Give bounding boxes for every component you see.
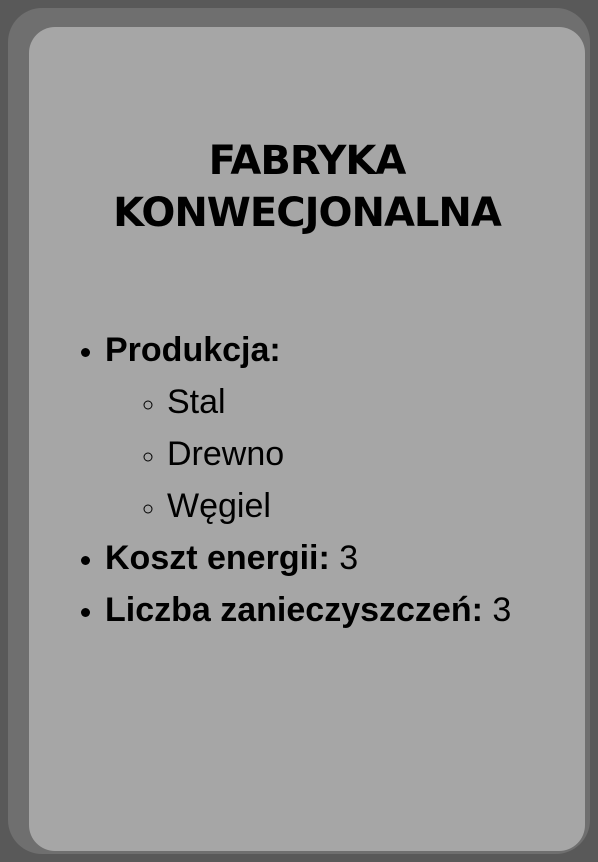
card: FABRYKA KONWECJONALNA Produkcja: Stal Dr… <box>29 27 585 851</box>
pollution-value: 3 <box>492 591 512 629</box>
pollution-item: Liczba zanieczyszczeń: 3 <box>105 584 511 636</box>
production-item-coal: Węgiel <box>167 480 511 532</box>
card-title: FABRYKA KONWECJONALNA <box>29 135 585 239</box>
card-border: FABRYKA KONWECJONALNA Produkcja: Stal Dr… <box>8 8 590 854</box>
production-item: Produkcja: Stal Drewno Węgiel <box>105 324 511 532</box>
card-title-line-2: KONWECJONALNA <box>113 190 502 236</box>
production-label: Produkcja: <box>105 331 281 369</box>
pollution-label: Liczba zanieczyszczeń: <box>105 591 483 629</box>
energy-cost-value: 3 <box>339 539 359 577</box>
energy-cost-label: Koszt energii: <box>105 539 330 577</box>
production-list: Stal Drewno Węgiel <box>105 376 511 532</box>
production-item-wood: Drewno <box>167 428 511 480</box>
card-title-line-1: FABRYKA <box>208 138 407 184</box>
energy-cost-item: Koszt energii: 3 <box>105 532 511 584</box>
production-item-steel: Stal <box>167 376 511 428</box>
card-details-list: Produkcja: Stal Drewno Węgiel Koszt ener… <box>75 324 511 636</box>
